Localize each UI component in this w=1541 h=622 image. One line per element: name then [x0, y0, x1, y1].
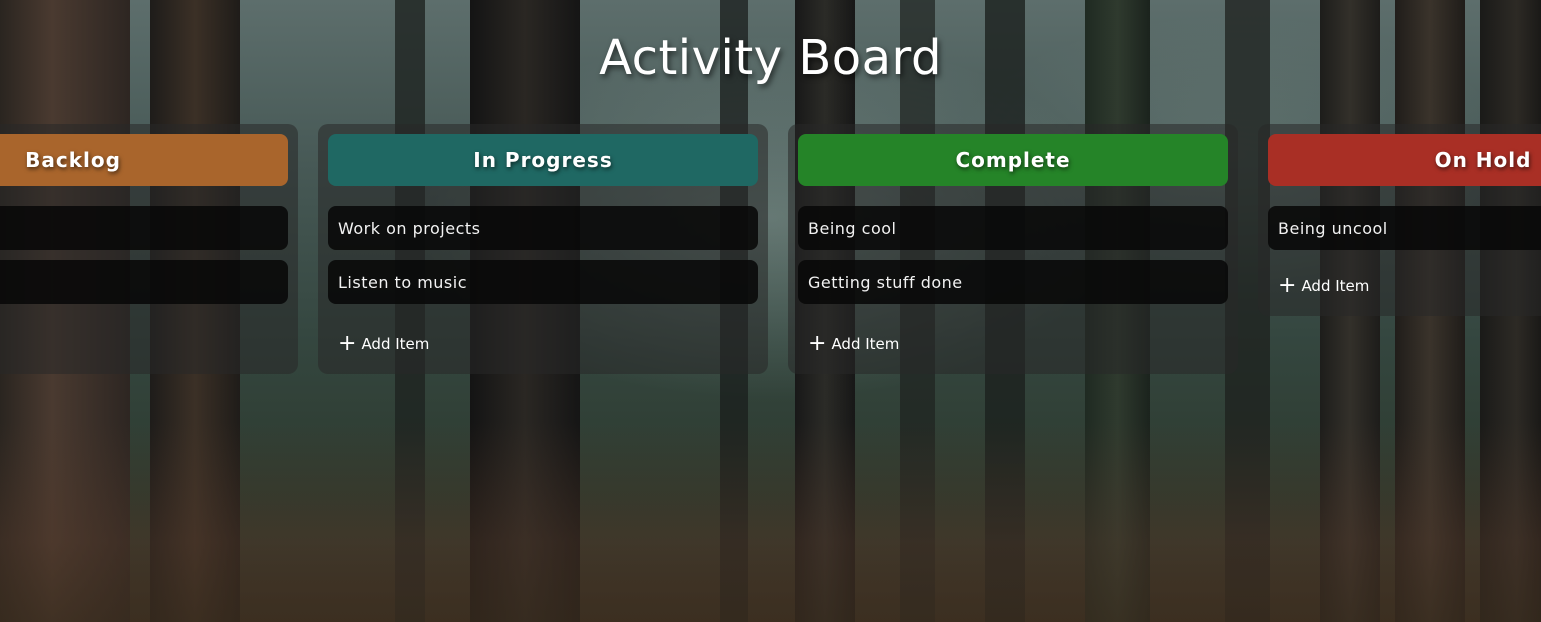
add-item-button[interactable]: + Add Item [808, 332, 899, 356]
column-header-complete[interactable]: Complete [798, 134, 1228, 186]
column-title: On Hold [1434, 148, 1532, 172]
column-header-in-progress[interactable]: In Progress [328, 134, 758, 186]
page-title: Activity Board [599, 30, 942, 86]
add-item-label: Add Item [361, 335, 430, 353]
forest-background: Activity Board Backlog rse ax In Progres… [0, 0, 1541, 622]
column-title: In Progress [473, 148, 613, 172]
column-complete: Complete Being cool Getting stuff done +… [788, 124, 1238, 374]
column-header-backlog[interactable]: Backlog [0, 134, 288, 186]
list-item[interactable]: ax [0, 260, 288, 304]
plus-icon: + [808, 331, 827, 356]
list-item[interactable]: Getting stuff done [798, 260, 1228, 304]
item-text: Being uncool [1278, 218, 1388, 238]
add-item-button[interactable]: + Add Item [338, 332, 429, 356]
add-item-button[interactable]: + Add Item [1278, 274, 1369, 298]
add-item-label: Add Item [1301, 277, 1370, 295]
list-item[interactable]: rse [0, 206, 288, 250]
column-title: Backlog [25, 148, 121, 172]
item-text: Work on projects [338, 218, 481, 238]
list-item[interactable]: Being cool [798, 206, 1228, 250]
column-backlog: Backlog rse ax [0, 124, 298, 374]
item-text: Listen to music [338, 272, 467, 292]
plus-icon: + [1278, 273, 1297, 298]
list-item[interactable]: Being uncool [1268, 206, 1541, 250]
column-header-on-hold[interactable]: On Hold [1268, 134, 1541, 186]
item-text: Getting stuff done [808, 272, 963, 292]
column-on-hold: On Hold Being uncool + Add Item [1258, 124, 1541, 316]
column-title: Complete [955, 148, 1071, 172]
list-item[interactable]: Work on projects [328, 206, 758, 250]
list-item[interactable]: Listen to music [328, 260, 758, 304]
item-text: Being cool [808, 218, 897, 238]
plus-icon: + [338, 331, 357, 356]
column-in-progress: In Progress Work on projects Listen to m… [318, 124, 768, 374]
add-item-label: Add Item [831, 335, 900, 353]
